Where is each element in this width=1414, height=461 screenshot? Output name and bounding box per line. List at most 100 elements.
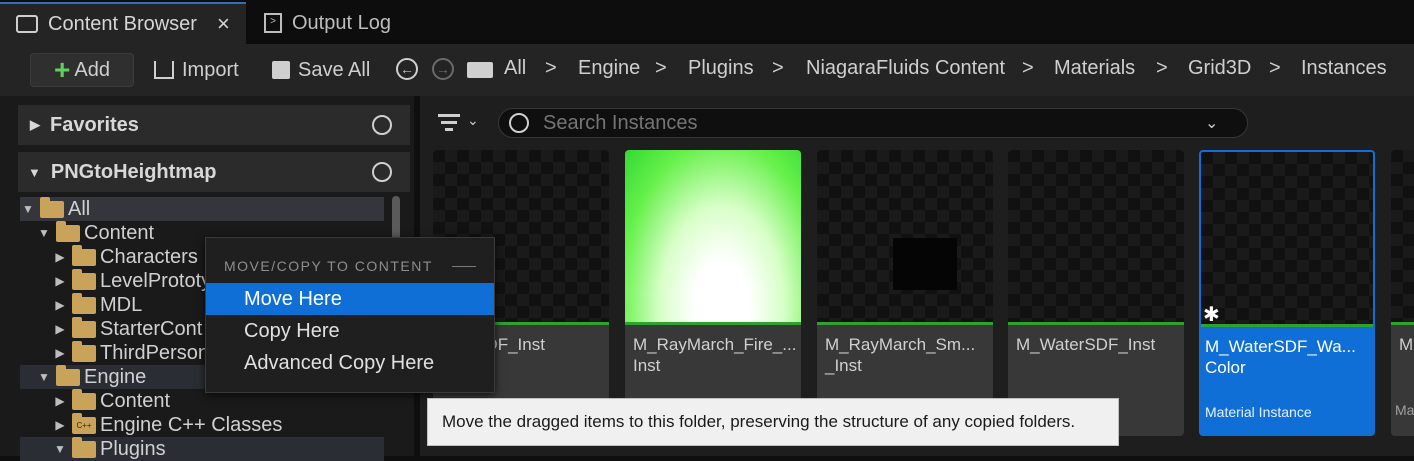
tree-item-thirdperson[interactable]: ▶ ThirdPerson [52,340,209,365]
tree-item-label: Content [84,221,155,244]
tree-item-label: LevelPrototy [100,269,212,292]
asset-tile-selected[interactable]: ✱ M_WaterSDF_Wa... Color Material Instanc… [1199,150,1375,436]
menu-section-header: MOVE/COPY TO CONTENT [224,258,433,274]
folder-open-icon [72,436,96,458]
breadcrumb-materials[interactable]: Materials [1054,57,1135,80]
back-icon[interactable]: ← [396,58,418,80]
breadcrumb-separator[interactable]: > [772,57,784,80]
tree-item-characters[interactable]: ▶ Characters [52,244,198,269]
collapsed-arrow-icon: ▶ [55,322,65,336]
breadcrumb-grid3d[interactable]: Grid3D [1188,57,1251,80]
asset-name: M_WaterSDF_Inst [1016,335,1156,354]
tree-item-startercontent[interactable]: ▶ StarterCont [52,316,203,341]
menu-item-advanced-copy-here[interactable]: Advanced Copy Here [206,347,494,379]
thumbnail-square [893,238,957,290]
project-header[interactable]: ▼ PNGtoHeightmap [18,152,410,192]
asset-thumbnail [1201,152,1373,324]
expanded-arrow-icon: ▼ [38,226,50,240]
breadcrumb-separator[interactable]: > [655,57,667,80]
asset-tile[interactable]: M Ma [1391,150,1414,436]
folder-icon [72,316,96,338]
asset-thumbnail [817,150,993,322]
collapsed-arrow-icon: ▶ [55,418,65,432]
tree-item-label: MDL [100,293,143,316]
search-icon [509,113,529,133]
chevron-down-icon[interactable]: ⌄ [467,112,479,129]
breadcrumb-separator[interactable]: > [1156,57,1168,80]
asset-tile[interactable]: M_RayMarch_Fire_... Inst [625,150,801,436]
tab-output-log[interactable]: > Output Log [250,2,410,44]
tab-content-browser[interactable]: Content Browser × [0,2,246,44]
tree-item-content[interactable]: ▼ Content [36,220,155,245]
folder-icon [72,292,96,314]
breadcrumb-separator[interactable]: > [1269,57,1281,80]
asset-tile[interactable]: M_WaterSDF_Inst [1008,150,1184,436]
tab-label: Content Browser [48,12,197,35]
folder-icon [72,388,96,410]
tree-item-plugins[interactable]: ▼ Plugins [20,436,384,461]
content-browser-icon [16,15,38,33]
collapsed-arrow-icon: ▶ [55,346,65,360]
tooltip-text: Move the dragged items to this folder, p… [442,412,1076,431]
breadcrumb-plugins[interactable]: Plugins [688,57,754,80]
save-icon [272,61,290,79]
save-all-button[interactable]: Save All [272,56,370,84]
add-label: Add [74,58,110,81]
collapsed-arrow-icon: ▶ [55,250,65,264]
breadcrumb-separator[interactable]: > [545,57,557,80]
tree-item-all[interactable]: ▼ All [20,196,384,221]
menu-header-divider [452,266,476,267]
folder-icon [467,62,493,78]
search-icon[interactable] [372,162,392,182]
collapsed-arrow-icon: ▶ [55,394,65,408]
import-icon [154,61,174,79]
import-button[interactable]: Import [154,56,239,84]
collapsed-arrow-icon: ▶ [30,117,40,132]
asset-type-bar [1008,322,1184,325]
chevron-down-icon[interactable]: ⌄ [1205,113,1218,133]
tree-item-label: Engine C++ Classes [100,413,283,436]
filter-icon[interactable] [438,114,460,134]
tab-label: Output Log [292,11,391,34]
tree-item-label: All [68,197,91,220]
tree-item-engine-cpp-classes[interactable]: ▶ C++ Engine C++ Classes [52,412,283,437]
asset-name: M_RayMarch_Sm... _Inst [825,335,976,375]
tree-item-engine-content[interactable]: ▶ Content [52,388,171,413]
breadcrumb-niagarafluids[interactable]: NiagaraFluids Content [806,57,1005,80]
search-input[interactable] [541,110,1205,136]
asset-name: M_RayMarch_Fire_... Inst [633,335,797,375]
breadcrumb-engine[interactable]: Engine [578,57,640,80]
close-icon[interactable]: × [217,11,230,37]
tree-item-label: Content [100,389,171,412]
asset-name: M [1399,335,1414,354]
asset-name: M_WaterSDF_Wa... Color [1205,337,1356,377]
menu-item-copy-here[interactable]: Copy Here [206,315,494,347]
forward-icon[interactable]: → [432,58,454,80]
menu-item-move-here[interactable]: Move Here [206,283,494,315]
tree-item-levelprototyping[interactable]: ▶ LevelPrototy [52,268,212,293]
breadcrumb-instances[interactable]: Instances [1301,57,1387,80]
breadcrumb-separator[interactable]: > [1022,57,1034,80]
folder-open-icon [56,364,80,386]
tree-item-mdl[interactable]: ▶ MDL [52,292,143,317]
save-all-label: Save All [298,58,371,81]
asset-type-bar [1391,322,1414,325]
search-icon[interactable] [372,115,392,135]
asset-thumbnail [625,150,801,322]
search-box[interactable]: ⌄ [498,108,1248,138]
tree-item-label: StarterCont [100,317,203,340]
expanded-arrow-icon: ▼ [22,202,34,216]
asset-type-bar [1201,324,1373,327]
breadcrumb-all[interactable]: All [504,57,526,80]
drag-drop-context-menu: MOVE/COPY TO CONTENT Move Here Copy Here… [205,237,495,393]
tree-item-label: ThirdPerson [100,341,209,364]
add-button[interactable]: + Add [30,53,134,87]
collapsed-arrow-icon: ▶ [55,274,65,288]
folder-icon [72,244,96,266]
asset-tile[interactable]: M_RayMarch_Sm... _Inst [817,150,993,436]
favorites-header[interactable]: ▶ Favorites [18,105,410,145]
asset-type-bar [625,322,801,325]
tooltip: Move the dragged items to this folder, p… [427,398,1119,446]
favorites-label: Favorites [50,113,139,136]
terminal-icon: > [264,13,282,33]
